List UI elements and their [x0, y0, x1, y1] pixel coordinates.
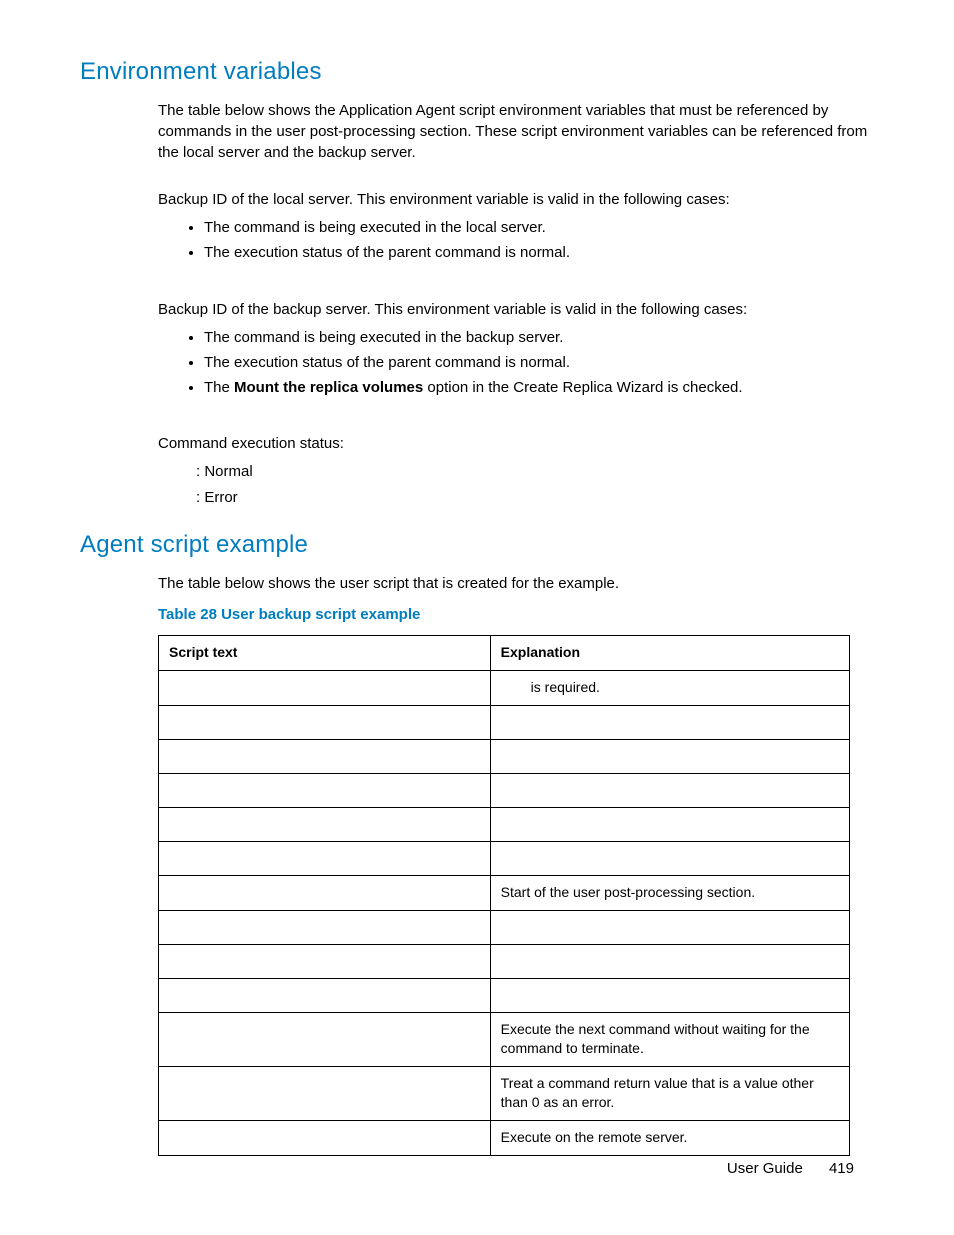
heading-agent-script-example: Agent script example: [80, 531, 874, 559]
list-item: The Mount the replica volumes option in …: [204, 376, 874, 401]
footer-page-number: 419: [829, 1160, 854, 1177]
env-intro: The table below shows the Application Ag…: [158, 100, 874, 163]
cell-explanation: is required.: [490, 671, 849, 706]
list-item: The command is being executed in the bac…: [204, 326, 874, 351]
table-row: [159, 979, 850, 1013]
agent-intro: The table below shows the user script th…: [158, 573, 874, 594]
list-item: : Error: [196, 486, 874, 511]
env-local-line: Backup ID of the local server. This envi…: [158, 189, 874, 210]
table-row: [159, 911, 850, 945]
cell-script: [159, 774, 491, 808]
env-local-bullets: The command is being executed in the loc…: [204, 216, 874, 267]
bold-text: Mount the replica volumes: [234, 379, 423, 396]
cell-explanation: [490, 774, 849, 808]
list-item: The command is being executed in the loc…: [204, 216, 874, 241]
table-row: Execute on the remote server.: [159, 1120, 850, 1155]
agent-body: The table below shows the user script th…: [158, 573, 874, 1156]
cell-explanation: [490, 740, 849, 774]
table-caption: Table 28 User backup script example: [158, 604, 874, 625]
cell-script: [159, 740, 491, 774]
table-row: [159, 740, 850, 774]
cell-script: [159, 876, 491, 911]
table-row: is required.: [159, 671, 850, 706]
cell-script: [159, 842, 491, 876]
env-backup-line: Backup ID of the backup server. This env…: [158, 299, 874, 320]
cell-explanation: [490, 979, 849, 1013]
cell-explanation: Execute on the remote server.: [490, 1120, 849, 1155]
list-item: : Normal: [196, 460, 874, 485]
table-row: [159, 706, 850, 740]
cell-script: [159, 945, 491, 979]
cell-script: [159, 671, 491, 706]
env-status-items: : Normal : Error: [196, 460, 874, 511]
cell-explanation: [490, 808, 849, 842]
text: The: [204, 379, 234, 396]
table-row: Treat a command return value that is a v…: [159, 1066, 850, 1120]
script-table: Script text Explanation is required. Star…: [158, 635, 850, 1156]
table-row: Start of the user post-processing sectio…: [159, 876, 850, 911]
cell-explanation: Treat a command return value that is a v…: [490, 1066, 849, 1120]
table-row: Execute the next command without waiting…: [159, 1013, 850, 1067]
cell-explanation: Start of the user post-processing sectio…: [490, 876, 849, 911]
cell-script: [159, 1066, 491, 1120]
cell-explanation: Execute the next command without waiting…: [490, 1013, 849, 1067]
cell-script: [159, 1120, 491, 1155]
cell-script: [159, 808, 491, 842]
th-explanation: Explanation: [490, 635, 849, 671]
footer-label: User Guide: [727, 1160, 803, 1177]
cell-script: [159, 1013, 491, 1067]
table-row: [159, 808, 850, 842]
table-row: [159, 945, 850, 979]
env-body: The table below shows the Application Ag…: [158, 100, 874, 511]
heading-environment-variables: Environment variables: [80, 58, 874, 86]
cell-script: [159, 911, 491, 945]
table-row: [159, 842, 850, 876]
table-header-row: Script text Explanation: [159, 635, 850, 671]
env-status-line: Command execution status:: [158, 433, 874, 454]
table-row: [159, 774, 850, 808]
table-body: is required. Start of the user post-proce…: [159, 671, 850, 1155]
cell-explanation: [490, 706, 849, 740]
list-item: The execution status of the parent comma…: [204, 241, 874, 266]
cell-script: [159, 979, 491, 1013]
list-item: The execution status of the parent comma…: [204, 351, 874, 376]
cell-explanation: [490, 945, 849, 979]
env-backup-bullets: The command is being executed in the bac…: [204, 326, 874, 402]
cell-explanation: [490, 911, 849, 945]
cell-script: [159, 706, 491, 740]
cell-explanation: [490, 842, 849, 876]
text: option in the Create Replica Wizard is c…: [423, 379, 742, 396]
page-footer: User Guide 419: [727, 1160, 854, 1177]
th-script-text: Script text: [159, 635, 491, 671]
